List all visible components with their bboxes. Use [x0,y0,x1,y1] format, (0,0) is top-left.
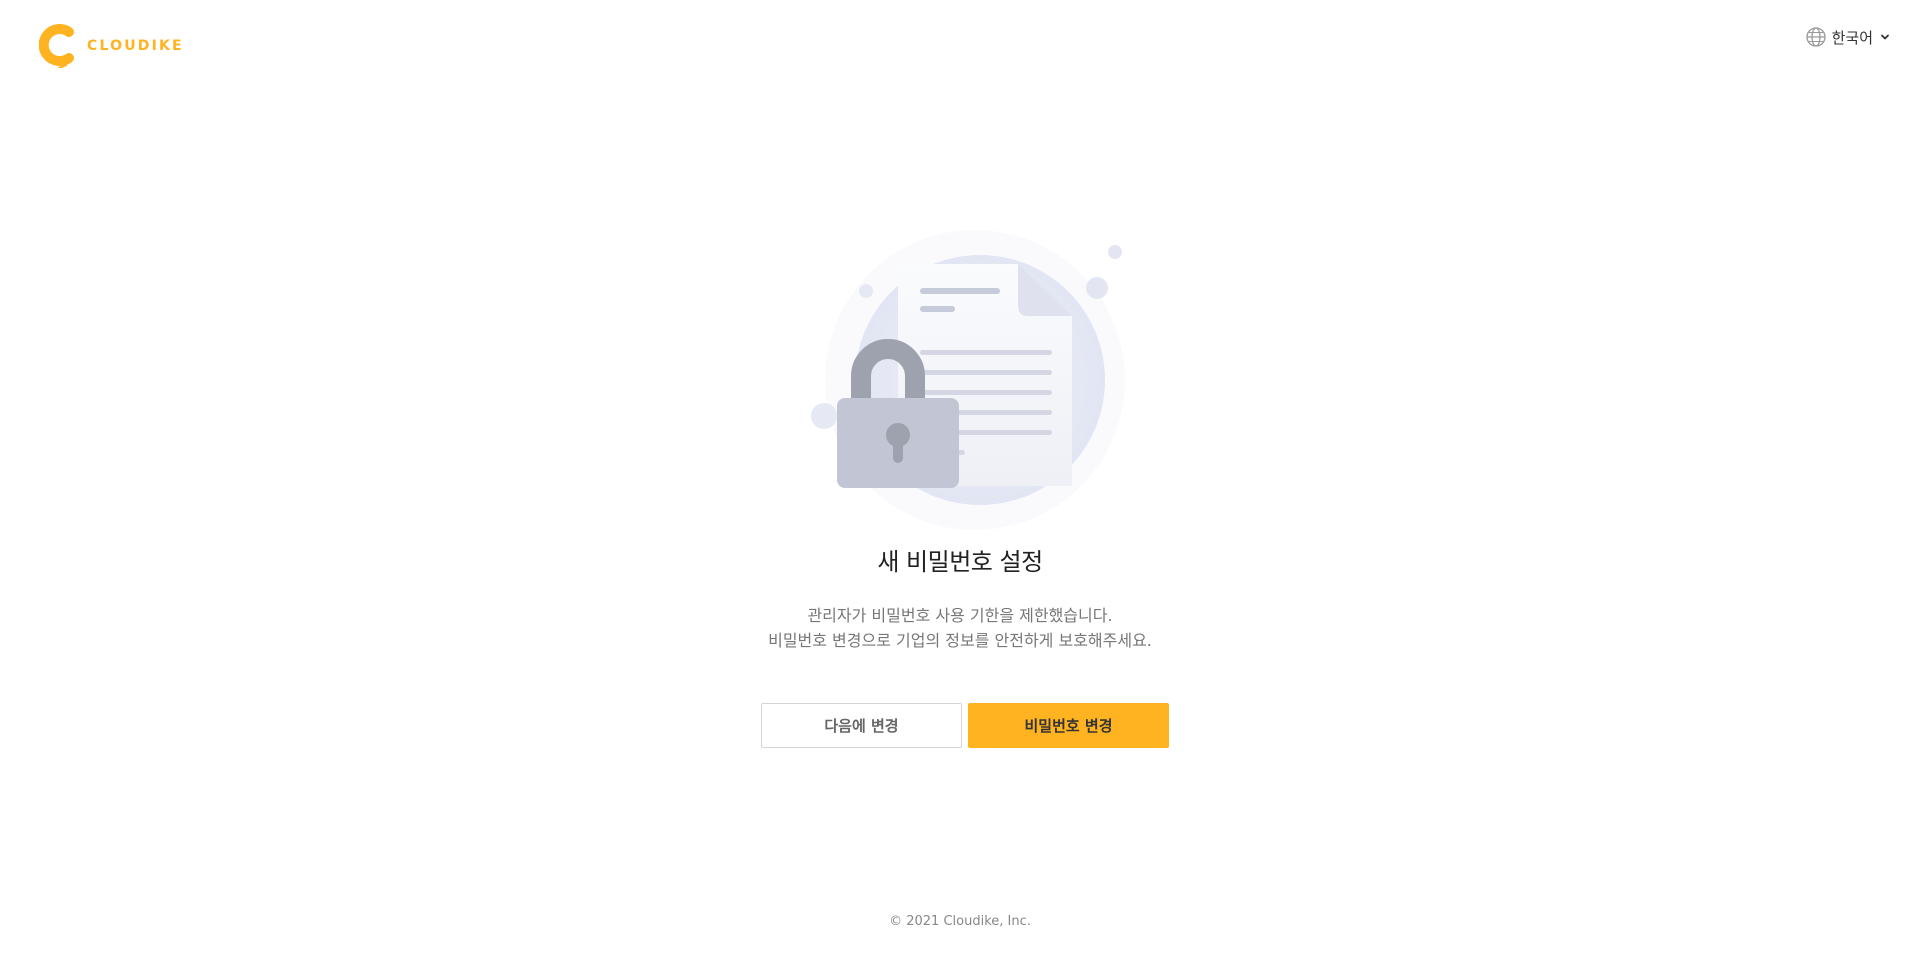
copyright-footer: © 2021 Cloudike, Inc. [889,914,1031,929]
globe-icon [1805,27,1826,47]
cloudike-logo-icon [39,24,74,68]
description-line-1: 관리자가 비밀번호 사용 기한을 제한했습니다. [807,606,1113,625]
logo-text: CLOUDIKE [87,38,184,54]
action-buttons: 다음에 변경 비밀번호 변경 [761,703,1169,748]
password-expired-page: CLOUDIKE 한국어 새 비밀번호 설정 관리자가 비밀번호 사용 기한을 … [0,0,1920,970]
locked-document-illustration [811,230,1125,530]
description: 관리자가 비밀번호 사용 기한을 제한했습니다. 비밀번호 변경으로 기업의 정… [0,603,1920,653]
chevron-down-icon [1881,34,1889,40]
description-line-2: 비밀번호 변경으로 기업의 정보를 안전하게 보호해주세요. [768,631,1152,650]
cloudike-logo[interactable]: CLOUDIKE [39,24,184,68]
page-title: 새 비밀번호 설정 [877,548,1043,576]
language-label: 한국어 [1831,28,1873,47]
change-later-button[interactable]: 다음에 변경 [761,703,962,748]
change-password-button[interactable]: 비밀번호 변경 [968,703,1169,748]
language-selector[interactable]: 한국어 [1805,26,1892,48]
